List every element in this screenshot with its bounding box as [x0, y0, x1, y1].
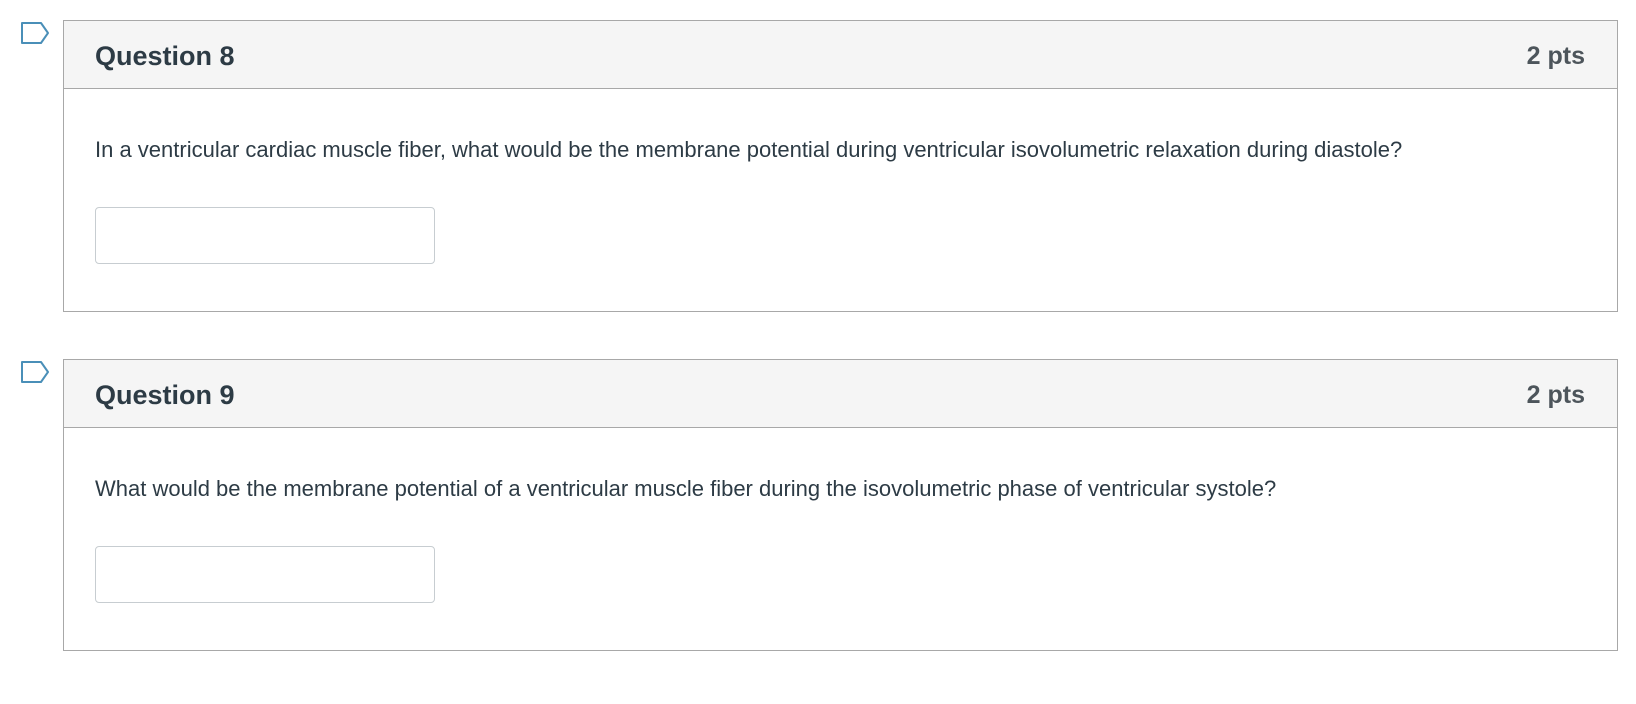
question-text: What would be the membrane potential of …: [95, 476, 1277, 501]
question-card: Question 9 2 pts What would be the membr…: [63, 359, 1618, 651]
answer-input[interactable]: [95, 207, 435, 264]
question-text: In a ventricular cardiac muscle fiber, w…: [95, 137, 1403, 162]
question-card: Question 8 2 pts In a ventricular cardia…: [63, 20, 1618, 312]
question-header: Question 8 2 pts: [64, 21, 1617, 89]
flag-question-button[interactable]: [20, 360, 50, 384]
question-title: Question 8: [95, 41, 235, 71]
answer-input[interactable]: [95, 546, 435, 603]
flag-question-button[interactable]: [20, 21, 50, 45]
flag-outline-icon: [21, 22, 49, 44]
question-points: 2 pts: [1526, 381, 1585, 409]
question-body: In a ventricular cardiac muscle fiber, w…: [64, 89, 1617, 311]
question-body: What would be the membrane potential of …: [64, 428, 1617, 650]
question-header: Question 9 2 pts: [64, 360, 1617, 428]
flag-outline-icon: [21, 361, 49, 383]
question-title: Question 9: [95, 380, 235, 410]
question-points: 2 pts: [1526, 42, 1585, 70]
